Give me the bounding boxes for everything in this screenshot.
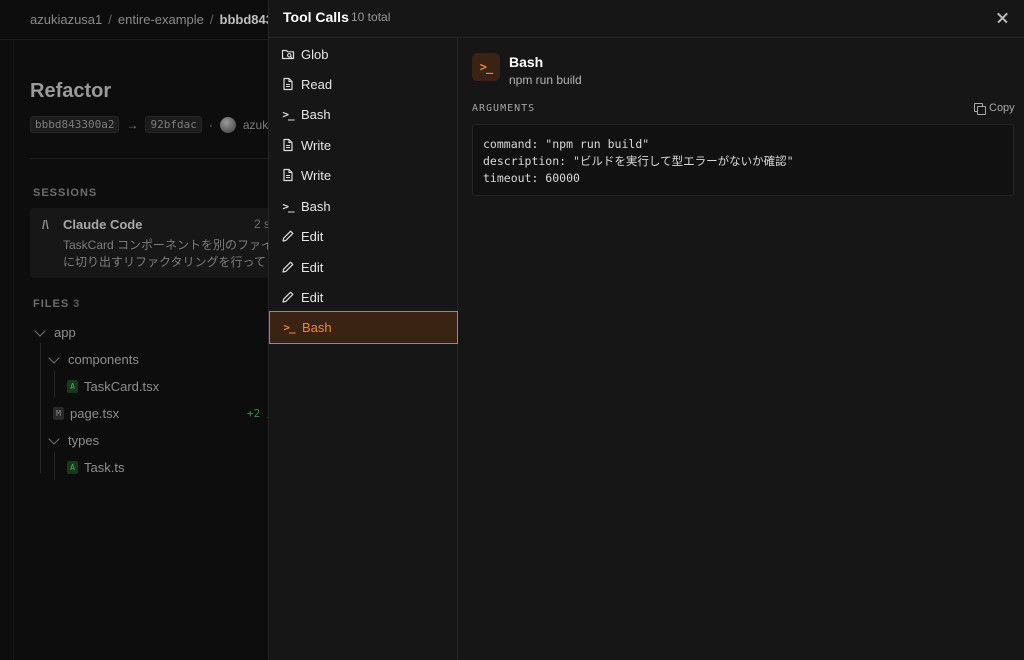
tree-item-label: TaskCard.tsx xyxy=(84,379,160,394)
tree-item-label: Task.ts xyxy=(84,460,125,475)
modal-title: Tool Calls xyxy=(283,9,349,25)
document-icon xyxy=(281,138,295,152)
separator-dot: · xyxy=(208,117,213,132)
modified-status-icon: M xyxy=(53,407,64,420)
detail-subtitle: npm run build xyxy=(509,73,582,87)
tree-item-label: types xyxy=(68,433,100,448)
tool-call-count: 10 total xyxy=(351,10,391,24)
chevron-down-icon xyxy=(48,432,60,445)
tree-file-task[interactable]: A Task.ts xyxy=(67,460,124,475)
tree-guide xyxy=(54,452,55,480)
commit-row: bbbd843300a2 → 92bfdac · azukiazus xyxy=(30,116,296,133)
code-line: command: "npm run build" xyxy=(483,137,650,151)
tree-folder-components[interactable]: components xyxy=(48,351,139,367)
tree-guide xyxy=(40,343,41,473)
files-heading: FILES 3 xyxy=(33,298,80,310)
tool-call-item[interactable]: Edit xyxy=(269,221,458,251)
divider xyxy=(30,158,270,159)
tool-call-item[interactable]: Edit xyxy=(269,282,458,312)
detail-title: Bash xyxy=(509,54,544,70)
sessions-heading: SESSIONS xyxy=(33,187,98,199)
breadcrumb: azukiazusa1/entire-example / bbbd8433 xyxy=(30,12,280,27)
copy-label: Copy xyxy=(989,102,1015,114)
arguments-heading: ARGUMENTS xyxy=(472,103,536,114)
tool-call-label: Bash xyxy=(302,320,332,335)
tree-guide xyxy=(54,370,55,398)
page-title: Refactor xyxy=(30,80,112,102)
breadcrumb-separator: / xyxy=(108,12,112,27)
session-description-line: に切り出すリファクタリングを行って xyxy=(63,255,266,269)
tree-item-label: app xyxy=(54,325,76,340)
pencil-icon xyxy=(281,260,295,274)
modal-header: Tool Calls 10 total xyxy=(269,0,1024,38)
folder-search-icon xyxy=(281,47,295,61)
added-status-icon: A xyxy=(67,461,78,474)
breadcrumb-repo[interactable]: entire-example xyxy=(118,12,204,27)
to-hash-badge[interactable]: 92bfdac xyxy=(145,116,202,133)
tool-call-item-selected[interactable]: >_ Bash xyxy=(269,311,458,344)
tool-call-label: Edit xyxy=(301,289,324,305)
terminal-icon: >_ xyxy=(282,199,294,213)
tree-folder-types[interactable]: types xyxy=(48,432,100,448)
close-icon[interactable] xyxy=(991,6,1015,30)
tool-call-detail: >_ Bash npm run build ARGUMENTS Copy com… xyxy=(459,38,1024,660)
terminal-icon: >_ xyxy=(283,321,295,334)
tool-call-label: Edit xyxy=(301,228,324,244)
session-description-line: TaskCard コンポーネントを別のファイ xyxy=(63,238,268,252)
tool-call-item[interactable]: Read xyxy=(269,69,458,99)
chevron-down-icon xyxy=(48,351,60,364)
tool-call-label: Write xyxy=(301,137,332,153)
avatar xyxy=(219,116,236,133)
session-card[interactable]: /\ Claude Code 2 s TaskCard コンポーネントを別のファ… xyxy=(30,208,270,278)
document-icon xyxy=(281,77,295,91)
breadcrumb-owner[interactable]: azukiazusa1 xyxy=(30,12,102,27)
tool-call-item[interactable]: >_ Bash xyxy=(269,99,458,129)
tool-call-item[interactable]: >_ Bash xyxy=(269,191,458,221)
tree-item-label: page.tsx xyxy=(70,406,120,421)
tool-calls-modal: Tool Calls 10 total Glob Read >_ Bash Wr… xyxy=(268,0,1024,660)
pencil-icon xyxy=(281,229,295,243)
session-description: TaskCard コンポーネントを別のファイ に切り出すリファクタリングを行って xyxy=(63,237,268,271)
session-title: Claude Code xyxy=(63,217,143,232)
code-line: timeout: 60000 xyxy=(483,171,580,185)
tree-file-taskcard[interactable]: A TaskCard.tsx xyxy=(67,379,159,394)
tool-call-label: Glob xyxy=(301,46,329,62)
document-icon xyxy=(281,168,295,182)
tool-call-item[interactable]: Write xyxy=(269,130,458,160)
tool-call-label: Write xyxy=(301,167,332,183)
chevron-down-icon xyxy=(34,324,46,337)
copy-button[interactable]: Copy xyxy=(974,102,1015,115)
from-hash-badge[interactable]: bbbd843300a2 xyxy=(30,116,120,133)
breadcrumb-separator: / xyxy=(209,12,214,27)
tool-call-label: Read xyxy=(301,76,333,92)
copy-icon xyxy=(974,102,986,115)
tool-call-label: Bash xyxy=(301,198,331,214)
tool-call-label: Bash xyxy=(301,106,331,122)
tool-call-item[interactable]: Glob xyxy=(269,39,458,69)
code-line: description: "ビルドを実行して型エラーがないか確認" xyxy=(483,154,794,168)
added-status-icon: A xyxy=(67,380,78,393)
pencil-icon xyxy=(281,290,295,304)
tree-file-page[interactable]: M page.tsx xyxy=(53,406,119,421)
terminal-icon: >_ xyxy=(282,107,294,121)
left-rail xyxy=(0,40,14,660)
tool-call-item[interactable]: Write xyxy=(269,160,458,190)
arguments-code-block: command: "npm run build" description: "ビ… xyxy=(472,124,1014,196)
claude-icon: /\ xyxy=(42,218,49,232)
files-count: 3 xyxy=(73,298,81,310)
tool-call-label: Edit xyxy=(301,259,324,275)
tree-item-label: components xyxy=(68,352,139,367)
tree-folder-app[interactable]: app xyxy=(34,324,76,340)
arrow-icon: → xyxy=(126,117,139,132)
terminal-icon: >_ xyxy=(472,53,500,81)
tool-call-item[interactable]: Edit xyxy=(269,252,458,282)
files-label: FILES xyxy=(33,298,70,310)
tool-call-list: Glob Read >_ Bash Write Write >_ Bash Ed… xyxy=(269,38,458,660)
